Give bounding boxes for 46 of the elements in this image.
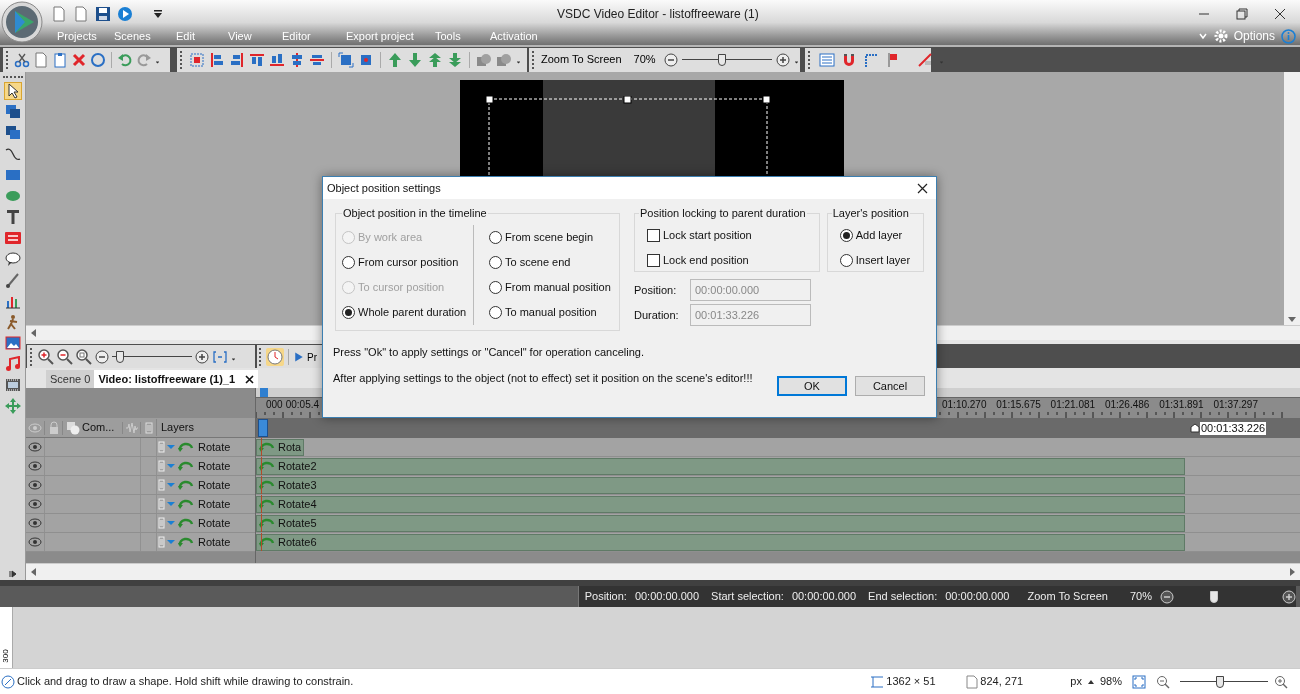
- position-value: 00:00:00.000: [945, 589, 1010, 605]
- radio-label: To manual position: [505, 304, 597, 320]
- position-label: End selection:: [868, 589, 938, 605]
- checkbox-label: Lock end position: [663, 252, 749, 268]
- radio-label: From cursor position: [358, 254, 459, 270]
- ruler-label: 01:31.891: [1159, 398, 1205, 412]
- ruler-label: 01:15.675: [996, 398, 1042, 412]
- radio-label: Whole parent duration: [358, 304, 467, 320]
- clip-name: Rotate2: [278, 458, 317, 474]
- position-label: Start selection:: [711, 589, 784, 605]
- clip-name: Rotate3: [278, 477, 317, 493]
- checkbox-label: Lock start position: [663, 227, 752, 243]
- radio-label: To scene end: [505, 254, 571, 270]
- ruler-label: 300: [2, 649, 10, 663]
- clip-name: Rota: [278, 439, 302, 455]
- field-label: Duration:: [634, 307, 680, 323]
- position-value: 00:00:00.000: [791, 589, 857, 605]
- dialog-title: Object position settings: [327, 180, 441, 196]
- radio-label: By work area: [358, 229, 423, 245]
- ruler-label: 000: [266, 398, 283, 412]
- window-title: VSDC Video Editor - listoffreeware (1): [557, 6, 759, 23]
- ruler-label: 01:21.081: [1050, 398, 1097, 412]
- clip-name: Rotate6: [278, 534, 317, 550]
- clip-name: Rotate4: [278, 496, 317, 512]
- ruler-label: 01:10.270: [942, 398, 988, 412]
- ruler-label: 01:37.297: [1213, 398, 1259, 412]
- dialog-message: Press "Ok" to apply settings or "Cancel" for operation canceling.: [333, 345, 645, 360]
- selection-size: 1362 × 51: [886, 674, 937, 690]
- cursor-position: 824, 271: [980, 674, 1025, 690]
- zoom-value: 98%: [1099, 674, 1122, 690]
- status-hint: Click and drag to draw a shape. Hold shift while drawing to constrain.: [17, 674, 354, 690]
- ruler-label: 01:26.486: [1104, 398, 1151, 412]
- radio-label: Add layer: [855, 227, 903, 243]
- zoom-value: 70%: [1129, 589, 1152, 605]
- field-label: Position:: [634, 282, 678, 298]
- radio-label: Insert layer: [855, 252, 911, 268]
- group-title: Layer's position: [831, 206, 910, 221]
- group-title: Position locking to parent duration: [639, 206, 807, 221]
- clip-name: Rotate5: [278, 515, 317, 531]
- radio-label: From manual position: [505, 279, 611, 295]
- position-value: 00:00:00.000: [634, 589, 700, 605]
- radio-label: From scene begin: [505, 229, 594, 245]
- group-title: Object position in the timeline: [342, 206, 488, 221]
- position-label: Position:: [584, 589, 627, 605]
- radio-label: To cursor position: [358, 279, 445, 295]
- ruler-label: 00:05.4: [285, 398, 320, 412]
